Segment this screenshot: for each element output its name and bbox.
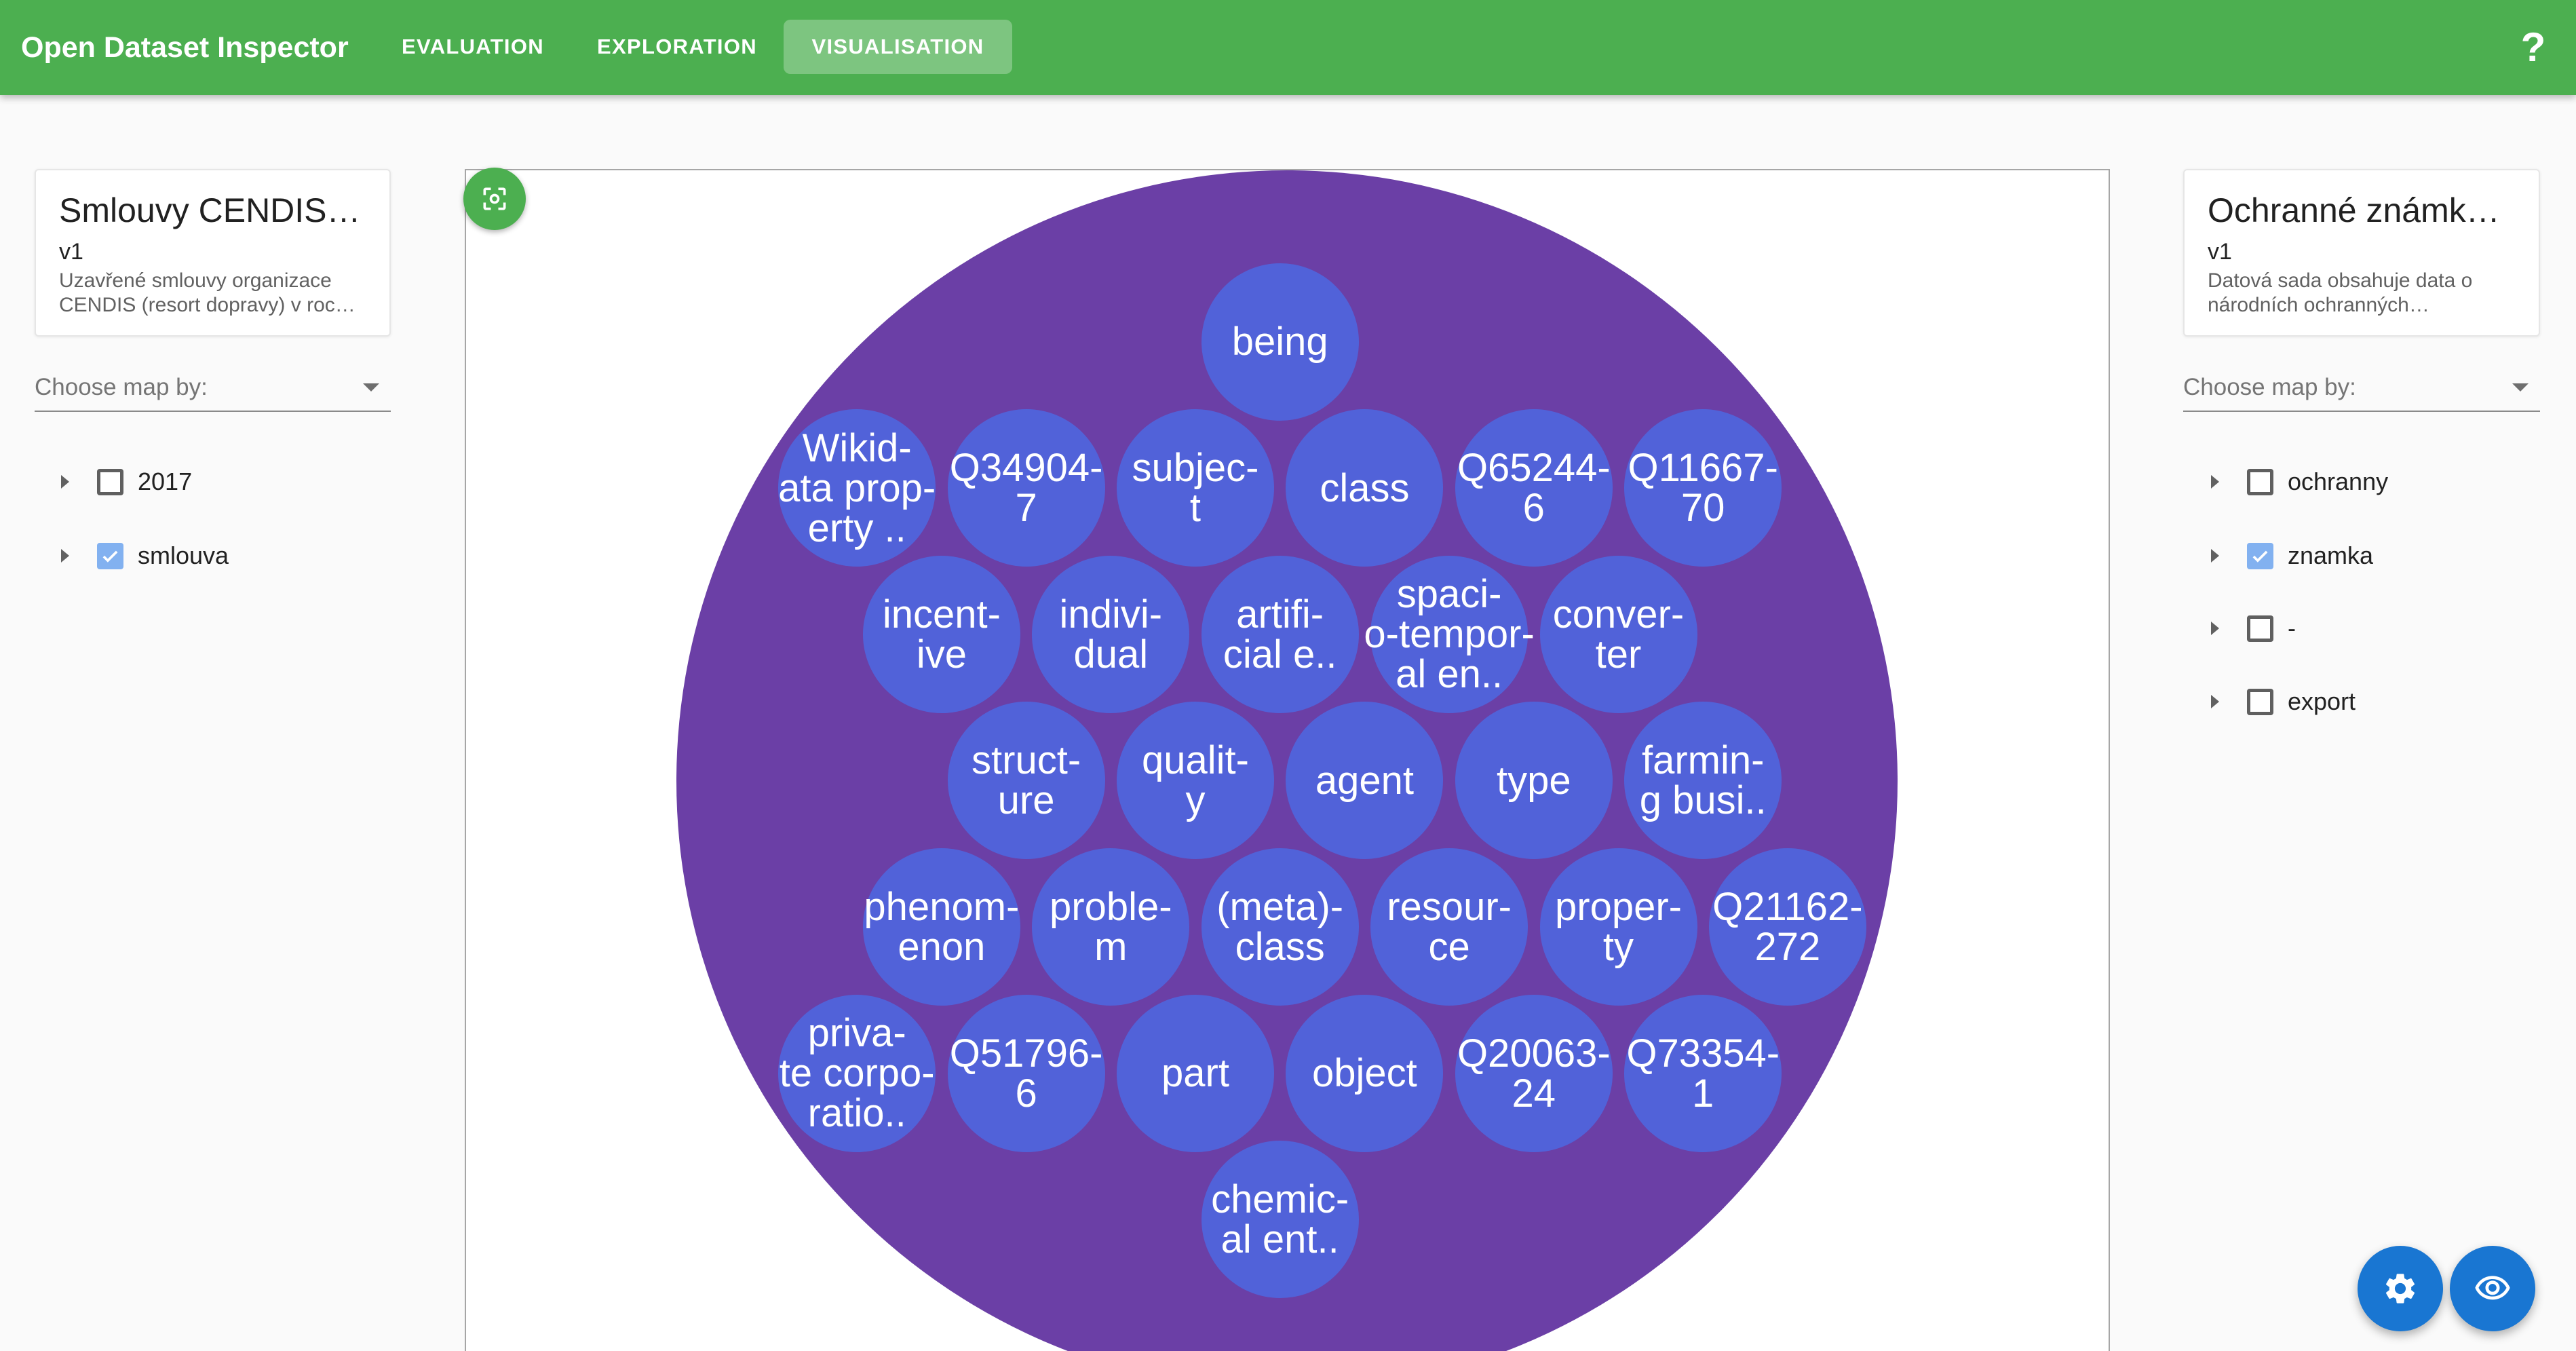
bubble-node[interactable]: spaci- o-tempor- al en.. bbox=[1364, 555, 1535, 713]
tree-item-label: znamka bbox=[2288, 541, 2374, 569]
tree-item-znamka[interactable]: znamka bbox=[2185, 529, 2537, 583]
dataset-description: Uzavřené smlouvy organizace CENDIS (reso… bbox=[59, 269, 355, 316]
caret-down-icon bbox=[2512, 383, 2529, 392]
view-button[interactable] bbox=[2450, 1246, 2535, 1331]
bubble-node[interactable]: Q73354- 1 bbox=[1624, 994, 1782, 1152]
tree-item-dash[interactable]: - bbox=[2185, 601, 2537, 655]
bubble-node[interactable]: Q20063- 24 bbox=[1455, 994, 1613, 1152]
bubble-node[interactable]: Q65244- 6 bbox=[1455, 409, 1613, 567]
caret-right-icon[interactable] bbox=[2211, 695, 2219, 708]
bubble-node[interactable]: part bbox=[1117, 994, 1274, 1152]
bubble-node[interactable]: proble- m bbox=[1032, 848, 1190, 1006]
caret-right-icon[interactable] bbox=[61, 475, 69, 489]
bubble-node[interactable]: being bbox=[1201, 263, 1359, 421]
tree-item-checkbox[interactable] bbox=[2247, 689, 2273, 715]
caret-down-icon bbox=[363, 383, 379, 392]
tree-item-checkbox[interactable] bbox=[2247, 543, 2273, 569]
dataset-description: Datová sada obsahuje data o národních oc… bbox=[2208, 269, 2473, 316]
check-icon bbox=[2252, 550, 2268, 563]
tree-item-2017[interactable]: 2017 bbox=[35, 455, 387, 509]
tab-visualisation[interactable]: VISUALISATION bbox=[784, 20, 1012, 74]
help-button[interactable]: ? bbox=[2510, 0, 2557, 95]
tab-exploration[interactable]: EXPLORATION bbox=[571, 20, 784, 74]
tab-evaluation[interactable]: EVALUATION bbox=[375, 20, 571, 74]
caret-right-icon[interactable] bbox=[61, 549, 69, 563]
bubble-node[interactable]: agent bbox=[1286, 702, 1444, 860]
tree-item-checkbox[interactable] bbox=[2247, 469, 2273, 495]
map-by-label: Choose map by: bbox=[35, 374, 208, 400]
tree-item-label: smlouva bbox=[138, 541, 229, 569]
tree-item-label: export bbox=[2288, 687, 2356, 715]
center-focus-button[interactable] bbox=[463, 168, 526, 230]
dataset-title: Smlouvy CENDIS… bbox=[59, 191, 361, 229]
caret-right-icon[interactable] bbox=[2211, 549, 2219, 563]
eye-icon bbox=[2475, 1276, 2510, 1300]
bubble-node[interactable]: qualit- y bbox=[1117, 702, 1274, 860]
map-by-select-right[interactable]: Choose map by: bbox=[2183, 360, 2540, 412]
tree-item-label: 2017 bbox=[138, 468, 193, 495]
app-bar: Open Dataset Inspector EVALUATION EXPLOR… bbox=[0, 0, 2576, 95]
tree-item-label: - bbox=[2288, 614, 2296, 642]
bubble-node[interactable]: type bbox=[1455, 702, 1613, 860]
bubble-node[interactable]: Q21162- 272 bbox=[1708, 848, 1866, 1006]
dataset-version: v1 bbox=[59, 239, 83, 265]
bubble-node[interactable]: phenom- enon bbox=[862, 848, 1020, 1006]
bubble-node[interactable]: resour- ce bbox=[1370, 848, 1529, 1006]
bubble-node[interactable]: farmin- g busi.. bbox=[1624, 702, 1782, 860]
bubble-node[interactable]: Q34904- 7 bbox=[947, 409, 1105, 567]
bubble-node[interactable]: Q51796- 6 bbox=[947, 994, 1105, 1152]
bubble-node[interactable]: proper- ty bbox=[1539, 848, 1697, 1006]
tree-item-checkbox[interactable] bbox=[97, 469, 123, 495]
bubble-node[interactable]: Q11667- 70 bbox=[1624, 409, 1782, 567]
bubble-node[interactable]: struct- ure bbox=[947, 702, 1105, 860]
dataset-card-right[interactable]: Ochranné známk… v1 Datová sada obsahuje … bbox=[2183, 169, 2540, 337]
caret-right-icon[interactable] bbox=[2211, 622, 2219, 635]
bubble-node[interactable]: (meta)- class bbox=[1201, 848, 1359, 1006]
dataset-title: Ochranné známk… bbox=[2208, 191, 2500, 229]
tree-item-checkbox[interactable] bbox=[97, 543, 123, 569]
bubble-node[interactable]: indivi- dual bbox=[1032, 555, 1190, 713]
tree-item-smlouva[interactable]: smlouva bbox=[35, 529, 387, 583]
gear-icon bbox=[2385, 1274, 2415, 1304]
tree-item-label: ochranny bbox=[2288, 468, 2389, 495]
bubble-node[interactable]: conver- ter bbox=[1539, 555, 1697, 713]
bubble-node[interactable]: artifi- cial e.. bbox=[1201, 555, 1359, 713]
tree-item-checkbox[interactable] bbox=[2247, 615, 2273, 642]
dataset-card-left[interactable]: Smlouvy CENDIS… v1 Uzavřené smlouvy orga… bbox=[35, 169, 391, 337]
center-focus-icon bbox=[483, 187, 506, 210]
app-title: Open Dataset Inspector bbox=[21, 31, 349, 64]
tree-item-export[interactable]: export bbox=[2185, 674, 2537, 729]
settings-button[interactable] bbox=[2358, 1246, 2443, 1331]
bubble-node[interactable]: Wikid- ata prop- erty .. bbox=[778, 409, 936, 567]
bubble-node[interactable]: incent- ive bbox=[862, 555, 1020, 713]
visualisation-panel[interactable]: being Wikid- ata prop- erty .. Q34904- 7 su… bbox=[465, 169, 2110, 1351]
dataset-version: v1 bbox=[2208, 239, 2232, 265]
bubble-node[interactable]: object bbox=[1286, 994, 1444, 1152]
bubble-node[interactable]: subjec- t bbox=[1117, 409, 1274, 567]
map-by-label: Choose map by: bbox=[2183, 374, 2356, 400]
bubble-node[interactable]: priva- te corpo- ratio.. bbox=[778, 994, 936, 1152]
bubble-node[interactable]: class bbox=[1286, 409, 1444, 567]
tree-item-ochranny[interactable]: ochranny bbox=[2185, 455, 2537, 509]
bubble-node[interactable]: chemic- al ent.. bbox=[1201, 1141, 1359, 1299]
check-icon bbox=[102, 550, 118, 563]
caret-right-icon[interactable] bbox=[2211, 475, 2219, 489]
map-by-select-left[interactable]: Choose map by: bbox=[35, 360, 391, 412]
